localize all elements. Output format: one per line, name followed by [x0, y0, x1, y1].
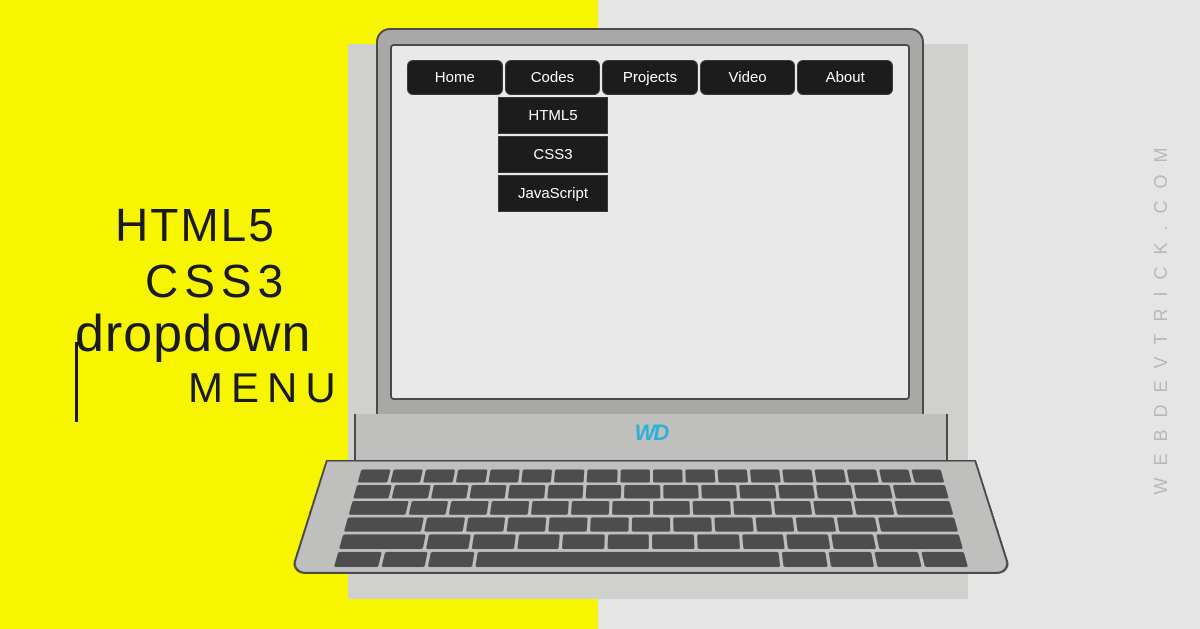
vertical-bar-icon [75, 342, 78, 422]
navbar: Home Codes Projects Video About [406, 60, 894, 95]
nav-item-about[interactable]: About [797, 60, 893, 95]
nav-item-projects[interactable]: Projects [602, 60, 698, 95]
laptop-illustration: Home Codes Projects Video About HTML5 CS… [326, 22, 976, 602]
dropdown-item-html5[interactable]: HTML5 [498, 97, 608, 134]
dropdown-menu: HTML5 CSS3 JavaScript [498, 97, 608, 212]
dropdown-item-css3[interactable]: CSS3 [498, 136, 608, 173]
key-row [349, 501, 954, 515]
title-block: HTML5 CSS3 dropdown MENU [75, 198, 344, 444]
title-line-dropdown: dropdown [75, 304, 344, 364]
laptop-keyboard [334, 470, 968, 568]
key-row [339, 534, 963, 549]
key-row [353, 485, 949, 498]
title-line-menu: MENU [188, 364, 344, 411]
title-line-css3: CSS3 [145, 254, 344, 308]
nav-item-video[interactable]: Video [700, 60, 796, 95]
laptop-keyboard-base [290, 460, 1012, 574]
key-row [344, 517, 958, 531]
title-line-html5: HTML5 [115, 198, 344, 252]
nav-item-codes[interactable]: Codes [505, 60, 601, 95]
title-line-menu-wrap: MENU [75, 364, 344, 444]
wd-logo: WD [635, 420, 668, 446]
key-row [334, 552, 968, 567]
laptop-screen: Home Codes Projects Video About HTML5 CS… [390, 44, 910, 400]
dropdown-item-javascript[interactable]: JavaScript [498, 175, 608, 212]
watermark-text: WEBDEVTRICK.COM [1151, 135, 1172, 494]
key-row [358, 470, 945, 483]
laptop-screen-frame: Home Codes Projects Video About HTML5 CS… [376, 28, 924, 416]
nav-item-home[interactable]: Home [407, 60, 503, 95]
